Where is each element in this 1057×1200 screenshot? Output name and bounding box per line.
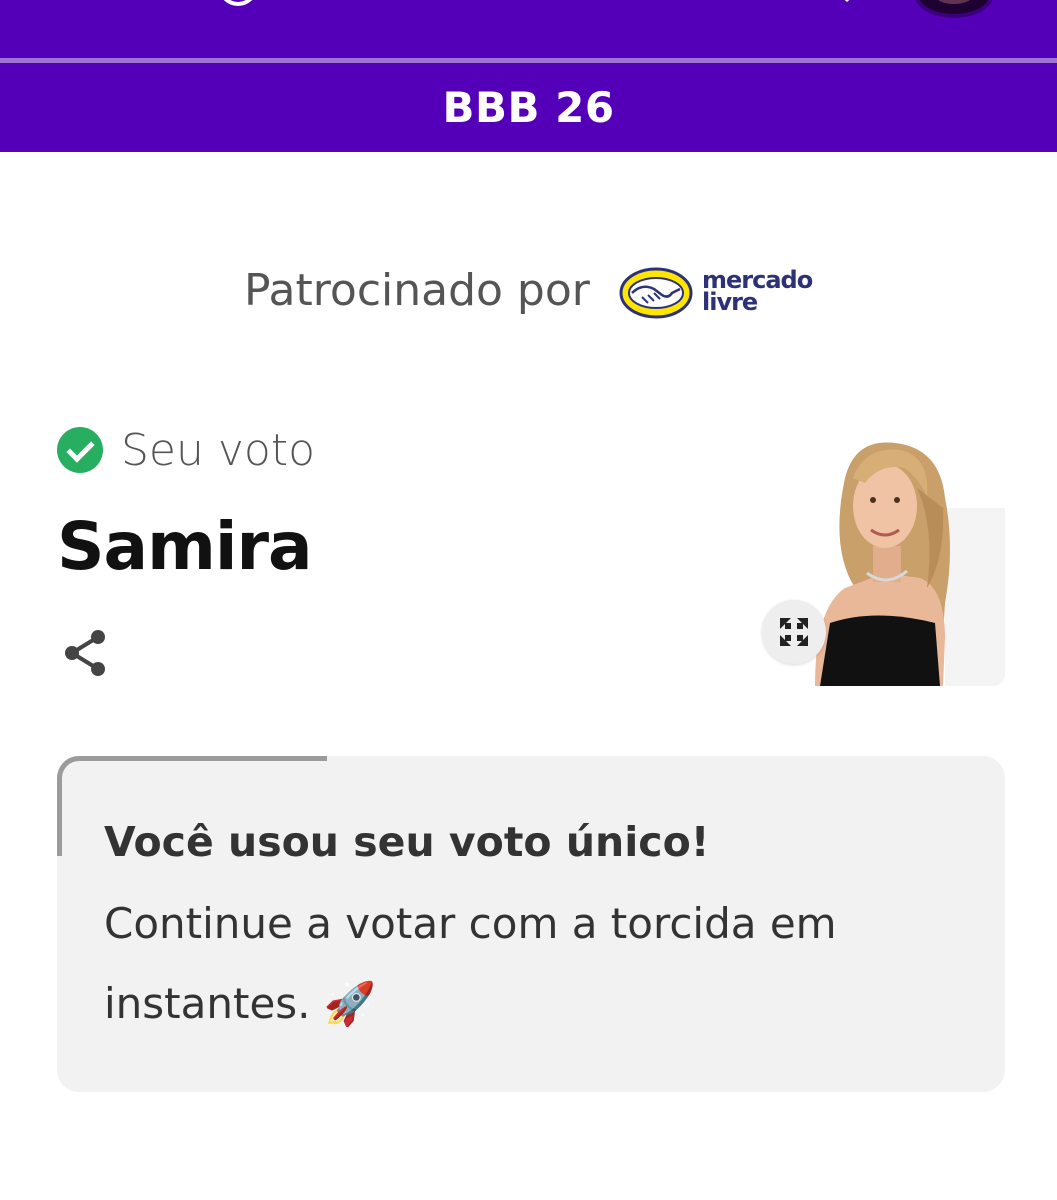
share-icon[interactable] [62,628,110,678]
your-vote-row: Seu voto [57,423,315,477]
your-vote-label: Seu voto [121,424,316,476]
vote-confirmation-card: Você usou seu voto único! Continue a vot… [57,756,1005,1092]
top-app-bar [0,0,1057,60]
handshake-icon [619,267,693,319]
check-circle-icon [57,427,103,473]
candidate-photo [795,438,1005,686]
sponsor-label: Patrocinado por [244,265,590,316]
logo-word-livre: livre [702,288,758,316]
card-body: Continue a votar com a torcida em instan… [104,899,837,1028]
expand-icon [780,618,808,646]
user-avatar[interactable] [914,0,994,18]
section-title: BBB 26 [442,83,615,132]
card-title: Você usou seu voto único! [104,818,710,866]
mercado-livre-logo[interactable]: mercado livre [618,265,818,325]
section-bar: BBB 26 [0,63,1057,152]
expand-photo-button[interactable] [762,600,826,664]
notification-icon[interactable] [834,0,860,4]
candidate-name: Samira [57,508,313,585]
app-menu-icon[interactable] [218,0,258,6]
sponsor-banner: Patrocinado por mercado livre [0,255,1057,335]
